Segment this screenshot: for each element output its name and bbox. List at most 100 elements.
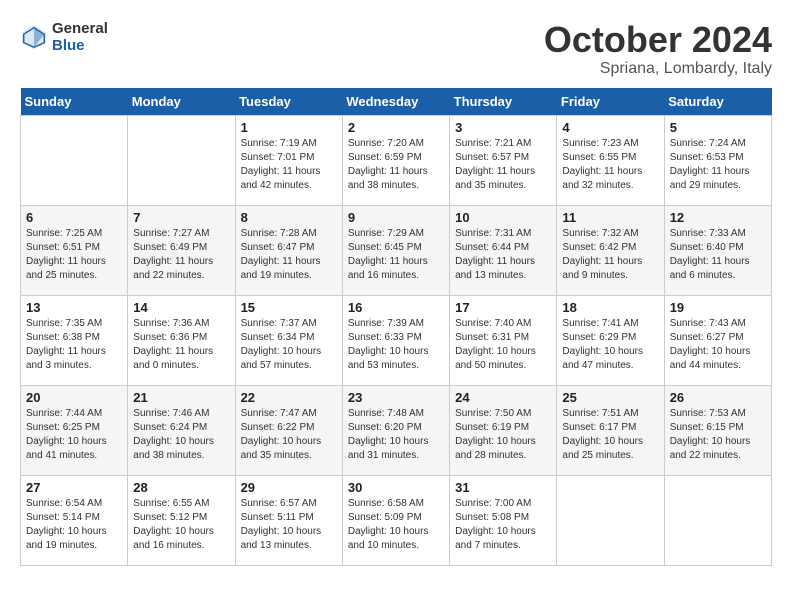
calendar-cell: 22 Sunrise: 7:47 AM Sunset: 6:22 PM Dayli… — [235, 385, 342, 475]
calendar-week-row: 6 Sunrise: 7:25 AM Sunset: 6:51 PM Daylig… — [21, 205, 772, 295]
calendar-cell: 27 Sunrise: 6:54 AM Sunset: 5:14 PM Dayli… — [21, 475, 128, 565]
day-detail: Sunrise: 7:00 AM Sunset: 5:08 PM Dayligh… — [455, 497, 551, 553]
day-detail: Sunrise: 7:33 AM Sunset: 6:40 PM Dayligh… — [670, 227, 766, 283]
day-number: 26 — [670, 390, 766, 405]
day-number: 3 — [455, 120, 551, 135]
calendar-cell: 7 Sunrise: 7:27 AM Sunset: 6:49 PM Daylig… — [128, 205, 235, 295]
day-number: 7 — [133, 210, 229, 225]
calendar-cell: 25Sunrise: 7:51 AM Sunset: 6:17 PM Dayli… — [557, 385, 664, 475]
day-number: 13 — [26, 300, 122, 315]
day-number: 27 — [26, 480, 122, 495]
calendar-cell: 3 Sunrise: 7:21 AM Sunset: 6:57 PM Daylig… — [450, 115, 557, 205]
day-detail: Sunrise: 6:55 AM Sunset: 5:12 PM Dayligh… — [133, 497, 229, 553]
day-number: 28 — [133, 480, 229, 495]
weekday-row: SundayMondayTuesdayWednesdayThursdayFrid… — [21, 88, 772, 116]
calendar-week-row: 1 Sunrise: 7:19 AM Sunset: 7:01 PM Daylig… — [21, 115, 772, 205]
calendar-cell — [21, 115, 128, 205]
weekday-header: Thursday — [450, 88, 557, 116]
day-detail: Sunrise: 7:39 AM Sunset: 6:33 PM Dayligh… — [348, 317, 444, 373]
calendar-body: 1 Sunrise: 7:19 AM Sunset: 7:01 PM Daylig… — [21, 115, 772, 565]
title-block: October 2024 Spriana, Lombardy, Italy — [544, 20, 772, 78]
calendar-cell: 23 Sunrise: 7:48 AM Sunset: 6:20 PM Dayli… — [342, 385, 449, 475]
calendar-cell: 9 Sunrise: 7:29 AM Sunset: 6:45 PM Daylig… — [342, 205, 449, 295]
calendar-cell — [664, 475, 771, 565]
day-detail: Sunrise: 7:28 AM Sunset: 6:47 PM Dayligh… — [241, 227, 337, 283]
day-detail: Sunrise: 7:44 AM Sunset: 6:25 PM Dayligh… — [26, 407, 122, 463]
day-number: 8 — [241, 210, 337, 225]
day-detail: Sunrise: 7:50 AM Sunset: 6:19 PM Dayligh… — [455, 407, 551, 463]
weekday-header: Saturday — [664, 88, 771, 116]
calendar-cell — [557, 475, 664, 565]
weekday-header: Wednesday — [342, 88, 449, 116]
calendar-cell: 30 Sunrise: 6:58 AM Sunset: 5:09 PM Dayli… — [342, 475, 449, 565]
day-detail: Sunrise: 7:20 AM Sunset: 6:59 PM Dayligh… — [348, 137, 444, 193]
weekday-header: Sunday — [21, 88, 128, 116]
calendar-cell: 5 Sunrise: 7:24 AM Sunset: 6:53 PM Daylig… — [664, 115, 771, 205]
day-detail: Sunrise: 7:27 AM Sunset: 6:49 PM Dayligh… — [133, 227, 229, 283]
calendar-cell: 21 Sunrise: 7:46 AM Sunset: 6:24 PM Dayli… — [128, 385, 235, 475]
day-number: 5 — [670, 120, 766, 135]
calendar-cell: 14Sunrise: 7:36 AM Sunset: 6:36 PM Dayli… — [128, 295, 235, 385]
day-detail: Sunrise: 7:35 AM Sunset: 6:38 PM Dayligh… — [26, 317, 122, 373]
day-detail: Sunrise: 7:29 AM Sunset: 6:45 PM Dayligh… — [348, 227, 444, 283]
calendar-cell: 12 Sunrise: 7:33 AM Sunset: 6:40 PM Dayli… — [664, 205, 771, 295]
day-detail: Sunrise: 7:48 AM Sunset: 6:20 PM Dayligh… — [348, 407, 444, 463]
day-number: 29 — [241, 480, 337, 495]
calendar-cell: 10 Sunrise: 7:31 AM Sunset: 6:44 PM Dayli… — [450, 205, 557, 295]
calendar-cell: 1 Sunrise: 7:19 AM Sunset: 7:01 PM Daylig… — [235, 115, 342, 205]
day-number: 9 — [348, 210, 444, 225]
day-number: 6 — [26, 210, 122, 225]
day-detail: Sunrise: 7:53 AM Sunset: 6:15 PM Dayligh… — [670, 407, 766, 463]
calendar-cell: 11 Sunrise: 7:32 AM Sunset: 6:42 PM Dayli… — [557, 205, 664, 295]
day-number: 18 — [562, 300, 658, 315]
day-detail: Sunrise: 6:58 AM Sunset: 5:09 PM Dayligh… — [348, 497, 444, 553]
calendar-cell: 24Sunrise: 7:50 AM Sunset: 6:19 PM Dayli… — [450, 385, 557, 475]
day-number: 22 — [241, 390, 337, 405]
day-detail: Sunrise: 7:47 AM Sunset: 6:22 PM Dayligh… — [241, 407, 337, 463]
day-detail: Sunrise: 7:19 AM Sunset: 7:01 PM Dayligh… — [241, 137, 337, 193]
calendar-cell: 2 Sunrise: 7:20 AM Sunset: 6:59 PM Daylig… — [342, 115, 449, 205]
calendar-cell: 6 Sunrise: 7:25 AM Sunset: 6:51 PM Daylig… — [21, 205, 128, 295]
calendar-week-row: 20 Sunrise: 7:44 AM Sunset: 6:25 PM Dayli… — [21, 385, 772, 475]
page-header: General Blue October 2024 Spriana, Lomba… — [20, 20, 772, 78]
weekday-header: Friday — [557, 88, 664, 116]
day-detail: Sunrise: 7:31 AM Sunset: 6:44 PM Dayligh… — [455, 227, 551, 283]
day-number: 15 — [241, 300, 337, 315]
weekday-header: Tuesday — [235, 88, 342, 116]
logo: General Blue — [20, 20, 108, 54]
day-detail: Sunrise: 7:51 AM Sunset: 6:17 PM Dayligh… — [562, 407, 658, 463]
location-title: Spriana, Lombardy, Italy — [544, 60, 772, 78]
day-detail: Sunrise: 7:24 AM Sunset: 6:53 PM Dayligh… — [670, 137, 766, 193]
day-detail: Sunrise: 7:40 AM Sunset: 6:31 PM Dayligh… — [455, 317, 551, 373]
calendar-cell: 19Sunrise: 7:43 AM Sunset: 6:27 PM Dayli… — [664, 295, 771, 385]
day-detail: Sunrise: 7:46 AM Sunset: 6:24 PM Dayligh… — [133, 407, 229, 463]
day-detail: Sunrise: 7:25 AM Sunset: 6:51 PM Dayligh… — [26, 227, 122, 283]
day-number: 21 — [133, 390, 229, 405]
day-detail: Sunrise: 7:21 AM Sunset: 6:57 PM Dayligh… — [455, 137, 551, 193]
calendar-header: SundayMondayTuesdayWednesdayThursdayFrid… — [21, 88, 772, 116]
day-detail: Sunrise: 7:32 AM Sunset: 6:42 PM Dayligh… — [562, 227, 658, 283]
day-detail: Sunrise: 6:54 AM Sunset: 5:14 PM Dayligh… — [26, 497, 122, 553]
day-number: 31 — [455, 480, 551, 495]
day-number: 20 — [26, 390, 122, 405]
day-number: 30 — [348, 480, 444, 495]
calendar-week-row: 13 Sunrise: 7:35 AM Sunset: 6:38 PM Dayli… — [21, 295, 772, 385]
calendar-cell: 4Sunrise: 7:23 AM Sunset: 6:55 PM Daylig… — [557, 115, 664, 205]
calendar-cell: 17Sunrise: 7:40 AM Sunset: 6:31 PM Dayli… — [450, 295, 557, 385]
day-number: 12 — [670, 210, 766, 225]
day-number: 14 — [133, 300, 229, 315]
day-number: 11 — [562, 210, 658, 225]
calendar-cell: 26 Sunrise: 7:53 AM Sunset: 6:15 PM Dayli… — [664, 385, 771, 475]
calendar-cell: 20 Sunrise: 7:44 AM Sunset: 6:25 PM Dayli… — [21, 385, 128, 475]
day-number: 1 — [241, 120, 337, 135]
calendar-cell: 13 Sunrise: 7:35 AM Sunset: 6:38 PM Dayli… — [21, 295, 128, 385]
calendar-cell: 18Sunrise: 7:41 AM Sunset: 6:29 PM Dayli… — [557, 295, 664, 385]
calendar-cell: 31 Sunrise: 7:00 AM Sunset: 5:08 PM Dayli… — [450, 475, 557, 565]
day-detail: Sunrise: 7:43 AM Sunset: 6:27 PM Dayligh… — [670, 317, 766, 373]
day-number: 4 — [562, 120, 658, 135]
day-number: 10 — [455, 210, 551, 225]
day-number: 23 — [348, 390, 444, 405]
calendar-cell: 28 Sunrise: 6:55 AM Sunset: 5:12 PM Dayli… — [128, 475, 235, 565]
day-number: 2 — [348, 120, 444, 135]
day-detail: Sunrise: 7:37 AM Sunset: 6:34 PM Dayligh… — [241, 317, 337, 373]
